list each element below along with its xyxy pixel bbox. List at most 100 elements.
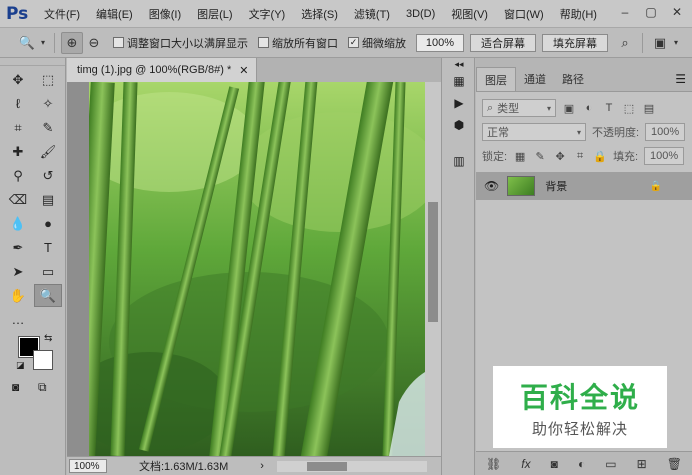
menu-3d[interactable]: 3D(D) [398,8,443,20]
new-layer-icon[interactable]: ⊞ [637,457,647,471]
filter-smartobject-icon[interactable]: ▤ [642,102,656,115]
resize-windows-checkbox[interactable]: 调整窗口大小以满屏显示 [113,35,248,51]
blend-opacity-row: 正常 ▾ 不透明度: 100% [476,120,692,144]
menu-select[interactable]: 选择(S) [293,6,346,22]
lock-artboard-icon[interactable]: ⌗ [573,150,587,163]
adjustment-layer-icon[interactable]: ◐ [578,457,585,471]
clone-stamp-tool-icon[interactable]: ⚲ [4,164,32,187]
zoom-percent-field[interactable]: 100% [416,33,464,52]
minimize-button[interactable]: – [614,3,636,21]
close-button[interactable]: ✕ [666,3,688,21]
type-tool-icon[interactable]: T [34,236,62,259]
horizontal-scrollbar[interactable] [277,461,427,472]
menu-view[interactable]: 视图(V) [443,6,496,22]
vertical-scrollbar[interactable] [425,82,441,456]
lock-transparent-icon[interactable]: ▦ [513,150,527,163]
lock-all-icon[interactable]: 🔒 [593,150,607,163]
lock-image-icon[interactable]: ✎ [533,150,547,163]
hand-tool-icon[interactable]: ✋ [4,284,32,307]
dodge-tool-icon[interactable]: ● [34,212,62,235]
scrubby-zoom-checkbox[interactable]: ✓ 细微缩放 [348,35,406,51]
crop-tool-icon[interactable]: ⌗ [4,116,32,139]
delete-layer-icon[interactable]: 🗑 [667,457,682,471]
history-brush-tool-icon[interactable]: ↺ [34,164,62,187]
horizontal-scroll-thumb[interactable] [307,462,347,471]
filter-pixel-icon[interactable]: ▣ [562,102,576,115]
fit-screen-button[interactable]: 适合屏幕 [470,33,536,52]
background-color-swatch[interactable] [33,350,53,370]
screen-mode-icon[interactable]: ⧉ [38,380,47,395]
3d-cube-icon[interactable]: ⬢ [442,114,476,136]
eraser-tool-icon[interactable]: ⌫ [4,188,32,211]
pen-tool-icon[interactable]: ✒ [4,236,32,259]
path-selection-tool-icon[interactable]: ➤ [4,260,32,283]
menu-filter[interactable]: 滤镜(T) [346,6,398,22]
tab-channels[interactable]: 通道 [516,67,554,91]
filter-type-icon[interactable]: T [602,102,616,114]
blend-mode-select[interactable]: 正常 ▾ [482,123,586,141]
panel-grip[interactable] [0,58,65,66]
layer-filter-select[interactable]: ⌕ 类型 ▾ [482,99,556,117]
fill-field[interactable]: 100% [644,147,685,165]
layer-row-background[interactable]: 👁 背景 🔒 [476,172,692,200]
vertical-scroll-thumb[interactable] [428,202,438,322]
workspace-icon[interactable]: ▣ [649,32,671,54]
brush-tool-icon[interactable]: 🖌 [34,140,62,163]
menu-type[interactable]: 文字(Y) [241,6,294,22]
fill-screen-button[interactable]: 填充屏幕 [542,33,608,52]
status-zoom-field[interactable]: 100% [69,459,107,473]
panel-menu-icon[interactable]: ☰ [675,72,686,86]
marquee-tool-icon[interactable]: ⬚ [34,68,62,91]
menu-image[interactable]: 图像(I) [141,6,189,22]
menu-help[interactable]: 帮助(H) [552,6,605,22]
histogram-icon[interactable]: ▦ [442,70,476,92]
lock-position-icon[interactable]: ✥ [553,150,567,163]
filter-adjustment-icon[interactable]: ◐ [582,102,596,114]
menu-file[interactable]: 文件(F) [36,6,88,22]
search-icon[interactable]: ⌕ [614,32,636,54]
tab-paths[interactable]: 路径 [554,67,592,91]
properties-icon[interactable]: ▥ [442,150,476,172]
rectangle-tool-icon[interactable]: ▭ [34,260,62,283]
layer-mask-icon[interactable]: ◙ [551,457,558,471]
link-layers-icon[interactable]: ⛓ [486,457,501,471]
zoom-in-icon[interactable]: ⊕ [61,31,83,54]
checkbox-box-checked[interactable]: ✓ [348,37,359,48]
menu-window[interactable]: 窗口(W) [496,6,552,22]
actions-play-icon[interactable]: ▶ [442,92,476,114]
maximize-button[interactable]: ▢ [640,3,662,21]
healing-brush-tool-icon[interactable]: ✚ [4,140,32,163]
zoom-tool-icon[interactable]: 🔍 [34,284,62,307]
checkbox-box[interactable] [258,37,269,48]
opacity-field[interactable]: 100% [645,123,686,141]
filter-shape-icon[interactable]: ⬚ [622,102,636,115]
more-tools-icon[interactable]: … [4,308,32,331]
layer-style-icon[interactable]: fx [521,457,530,471]
close-tab-icon[interactable]: ✕ [239,64,248,77]
blur-tool-icon[interactable]: 💧 [4,212,32,235]
quick-mask-icon[interactable]: ◙ [12,380,19,394]
checkbox-box[interactable] [113,37,124,48]
chevron-right-icon[interactable]: › [260,460,264,472]
move-tool-icon[interactable]: ✥ [4,68,32,91]
swap-colors-icon[interactable]: ⇆ [44,333,52,344]
menu-layer[interactable]: 图层(L) [189,6,240,22]
document-tab[interactable]: timg (1).jpg @ 100%(RGB/8#) * ✕ [67,58,257,82]
eyedropper-tool-icon[interactable]: ✎ [34,116,62,139]
visibility-eye-icon[interactable]: 👁 [484,179,499,193]
lasso-tool-icon[interactable]: ℓ [4,92,32,115]
zoom-out-icon[interactable]: ⊖ [83,32,105,54]
resize-windows-label: 调整窗口大小以满屏显示 [127,37,248,50]
tab-layers[interactable]: 图层 [476,67,516,91]
gradient-tool-icon[interactable]: ▤ [34,188,62,211]
magic-wand-tool-icon[interactable]: ✧ [34,92,62,115]
zoom-all-windows-checkbox[interactable]: 缩放所有窗口 [258,35,338,51]
chevron-down-icon[interactable]: ▾ [671,32,681,54]
new-group-icon[interactable]: ▭ [605,457,616,471]
chevron-down-icon[interactable]: ▾ [38,32,48,54]
zoom-tool-preset-icon[interactable]: 🔍 [16,32,38,54]
image-canvas[interactable] [89,82,425,456]
menu-edit[interactable]: 编辑(E) [88,6,141,22]
collapse-icon[interactable]: ◂◂ [442,58,476,70]
default-colors-icon[interactable]: ◪ [16,360,25,371]
